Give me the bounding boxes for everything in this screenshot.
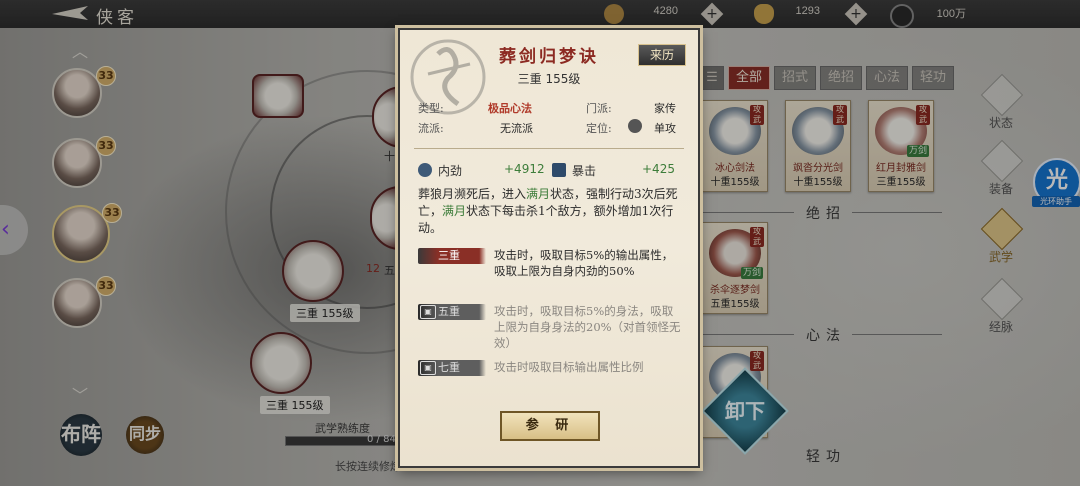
skill-tier-level: 三重 155级 xyxy=(517,72,581,86)
desc-text: 葬狼月濒死后，进入 xyxy=(418,187,527,201)
stat-value: +425 xyxy=(642,162,675,176)
desc-keyword: 满月 xyxy=(526,187,551,201)
tier-effect: 攻击时吸取目标输出属性比例 xyxy=(494,360,644,374)
research-button[interactable]: 参 研 xyxy=(500,411,600,441)
tier-row: 三重 攻击时，吸取目标5%的输出属性，吸取上限为自身内劲的50% xyxy=(418,248,680,298)
tier-row-locked: ▣ 七重 攻击时吸取目标输出属性比例 xyxy=(418,360,680,380)
lock-icon: ▣ xyxy=(420,305,436,319)
type-label: 类型: xyxy=(418,102,444,115)
skill-detail-modal: 葬剑归梦诀 三重 155级 来历 类型: 极品心法 门派: 家传 流派: 无流派… xyxy=(398,28,700,468)
stat-label: 暴击 xyxy=(572,164,597,178)
tier-name: 七重 xyxy=(438,361,460,374)
sect-label: 门派: xyxy=(586,102,612,115)
tier-row-locked: ▣ 五重 攻击时，吸取目标5%的身法，吸取上限为自身身法的20%（对首领怪无效） xyxy=(418,304,681,354)
critical-icon xyxy=(552,163,566,177)
role-value: 单攻 xyxy=(654,122,676,135)
tier-badge: ▣ 七重 xyxy=(418,360,486,376)
tier-badge: 三重 xyxy=(418,248,486,264)
school-label: 流派: xyxy=(418,122,444,135)
skill-description: 葬狼月濒死后，进入满月状态，强制行动3次后死亡，满月状态下每击杀1个敌方，额外增… xyxy=(418,186,680,237)
stat-label: 内劲 xyxy=(438,164,463,178)
tier-badge: ▣ 五重 xyxy=(418,304,486,320)
internal-power-icon xyxy=(418,163,432,177)
type-value: 极品心法 xyxy=(488,102,532,115)
modal-divider xyxy=(414,148,684,149)
tier-effect: 攻击时，吸取目标5%的身法，吸取上限为自身身法的20%（对首领怪无效） xyxy=(494,304,681,350)
role-icon xyxy=(628,119,642,133)
sect-value: 家传 xyxy=(654,102,676,115)
desc-keyword: 满月 xyxy=(442,204,467,218)
school-value: 无流派 xyxy=(500,122,533,135)
stat-value: +4912 xyxy=(504,162,545,176)
tier-effect: 攻击时，吸取目标5%的输出属性，吸取上限为自身内劲的50% xyxy=(494,248,674,278)
tier-name: 五重 xyxy=(438,305,460,318)
origin-button[interactable]: 来历 xyxy=(638,44,686,66)
lock-icon: ▣ xyxy=(420,361,436,375)
role-label: 定位: xyxy=(586,122,612,135)
